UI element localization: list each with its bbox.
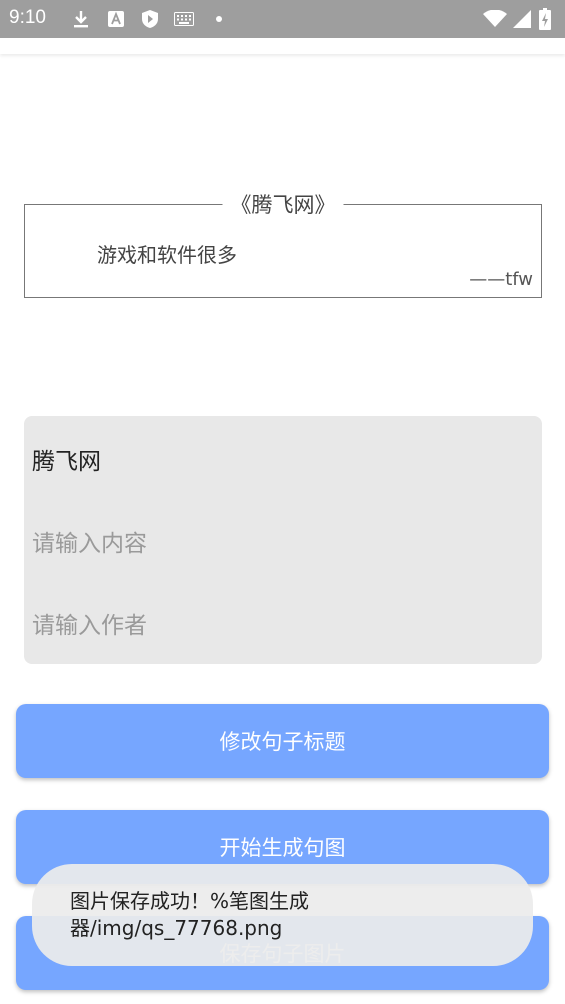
input-panel: 腾飞网 请输入内容 请输入作者 bbox=[24, 416, 542, 664]
quote-author: ——tfw bbox=[469, 269, 533, 290]
play-protect-icon bbox=[139, 8, 161, 30]
dot-icon bbox=[208, 8, 230, 30]
quote-content: 游戏和软件很多 bbox=[97, 243, 237, 267]
edit-title-button[interactable]: 修改句子标题 bbox=[16, 704, 549, 778]
app-bar bbox=[0, 38, 565, 54]
toast-message: 图片保存成功！%笔图生成器/img/qs_77768.png bbox=[32, 864, 533, 966]
wifi-icon bbox=[482, 8, 508, 30]
status-time: 9:10 bbox=[9, 7, 46, 28]
keyboard-icon bbox=[173, 8, 195, 30]
title-input[interactable]: 腾飞网 bbox=[32, 442, 532, 476]
content-input[interactable]: 请输入内容 bbox=[32, 524, 532, 558]
status-bar: 9:10 bbox=[0, 0, 565, 38]
quote-preview-card: 《腾飞网》 游戏和软件很多 ——tfw bbox=[24, 189, 542, 298]
a-badge-icon bbox=[105, 8, 127, 30]
battery-icon bbox=[537, 8, 553, 30]
download-icon bbox=[70, 8, 92, 30]
author-input[interactable]: 请输入作者 bbox=[32, 606, 532, 640]
quote-title: 《腾飞网》 bbox=[222, 189, 344, 219]
signal-icon bbox=[511, 8, 533, 30]
